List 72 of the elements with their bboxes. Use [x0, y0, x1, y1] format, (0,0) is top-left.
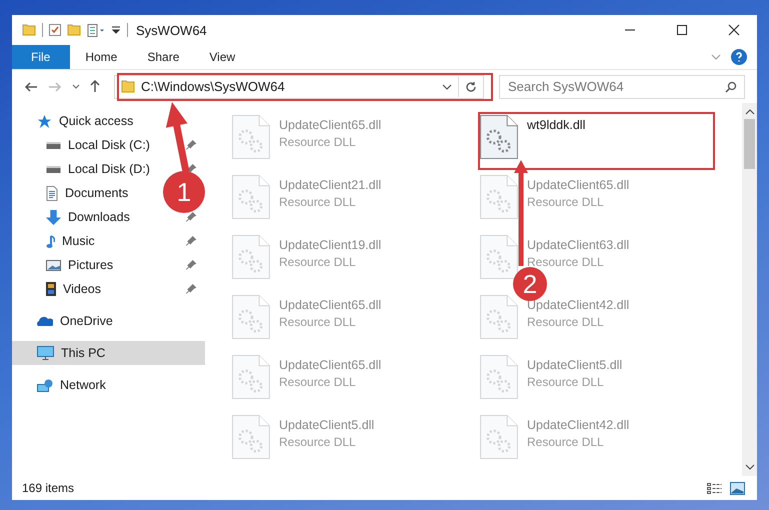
dll-file-icon[interactable]: [480, 115, 518, 159]
sidebar-item[interactable]: Local Disk (D:): [68, 162, 150, 176]
help-icon[interactable]: [731, 49, 747, 65]
file-type: Resource DLL: [279, 435, 357, 449]
sidebar-item[interactable]: Documents: [65, 186, 128, 200]
checkmark-icon[interactable]: [49, 24, 61, 36]
sidebar-item[interactable]: Pictures: [68, 258, 114, 272]
sidebar-item[interactable]: OneDrive: [60, 314, 113, 328]
item-count: 169 items: [22, 481, 74, 495]
details-view-icon[interactable]: [707, 482, 722, 494]
music-note-icon: [46, 234, 55, 248]
refresh-icon[interactable]: [465, 80, 477, 92]
file-type: Resource DLL: [527, 195, 605, 209]
monitor-icon: [37, 346, 54, 360]
scroll-thumb[interactable]: [744, 119, 755, 169]
minimize-icon: [625, 29, 635, 31]
file-type: Resource DLL: [527, 315, 605, 329]
chevron-down-icon[interactable]: [442, 84, 452, 90]
cloud-icon: [37, 316, 53, 326]
close-icon: [728, 24, 740, 36]
file-type: Resource DLL: [527, 375, 605, 389]
folder-icon[interactable]: [67, 24, 81, 36]
pin-icon[interactable]: [186, 284, 197, 294]
file-type: Resource DLL: [279, 375, 357, 389]
file-name[interactable]: wt9lddk.dll: [527, 118, 586, 132]
ribbon-tab[interactable]: View: [194, 45, 250, 69]
file-tab[interactable]: File: [12, 45, 70, 69]
annotation-arrow: [166, 102, 190, 173]
pin-icon[interactable]: [186, 236, 197, 246]
dropdown-icon[interactable]: [111, 26, 121, 34]
back-arrow-icon[interactable]: [24, 82, 38, 92]
sidebar-item[interactable]: Quick access: [59, 114, 134, 128]
file-type: Resource DLL: [279, 195, 357, 209]
pin-icon[interactable]: [186, 140, 197, 150]
folder-icon[interactable]: [22, 24, 36, 36]
file-type: Resource DLL: [279, 255, 357, 269]
address-path: C:\Windows\SysWOW64: [141, 79, 285, 94]
sidebar-item[interactable]: Downloads: [68, 210, 130, 224]
sidebar-item[interactable]: Local Disk (C:): [68, 138, 150, 152]
document-icon: [46, 186, 58, 200]
scrollbar[interactable]: [742, 103, 757, 476]
file-type: Resource DLL: [279, 315, 357, 329]
sidebar-item[interactable]: Videos: [63, 282, 101, 296]
ribbon-tab[interactable]: Home: [70, 45, 132, 69]
download-arrow-icon: [46, 210, 61, 224]
maximize-icon: [677, 25, 687, 35]
file-type: Resource DLL: [527, 435, 605, 449]
sidebar-item[interactable]: Music: [62, 234, 95, 248]
drive-icon: [46, 166, 61, 172]
drive-icon: [46, 142, 61, 148]
properties-icon[interactable]: [87, 24, 105, 36]
search-field[interactable]: Search SysWOW64: [499, 74, 745, 98]
up-arrow-icon[interactable]: [90, 80, 100, 93]
star-icon: [37, 114, 52, 128]
file-type: Resource DLL: [279, 135, 357, 149]
search-icon[interactable]: [725, 80, 737, 92]
scroll-up-icon[interactable]: [744, 109, 754, 115]
file-type: Resource DLL: [527, 255, 605, 269]
network-icon: [37, 378, 53, 392]
pin-icon[interactable]: [186, 260, 197, 270]
scroll-down-icon[interactable]: [744, 464, 754, 470]
pin-icon[interactable]: [186, 212, 197, 222]
window-title: SysWOW64: [136, 22, 207, 38]
sidebar-item[interactable]: Network: [60, 378, 106, 392]
ribbon-tab[interactable]: Share: [132, 45, 194, 69]
film-icon: [46, 282, 56, 296]
sidebar-item[interactable]: This PC: [61, 346, 106, 360]
chevron-down-icon[interactable]: [72, 84, 80, 89]
large-icons-view-icon[interactable]: [730, 482, 745, 494]
picture-icon: [46, 260, 61, 270]
folder-icon: [121, 80, 135, 93]
address-field[interactable]: C:\Windows\SysWOW64: [114, 74, 484, 98]
